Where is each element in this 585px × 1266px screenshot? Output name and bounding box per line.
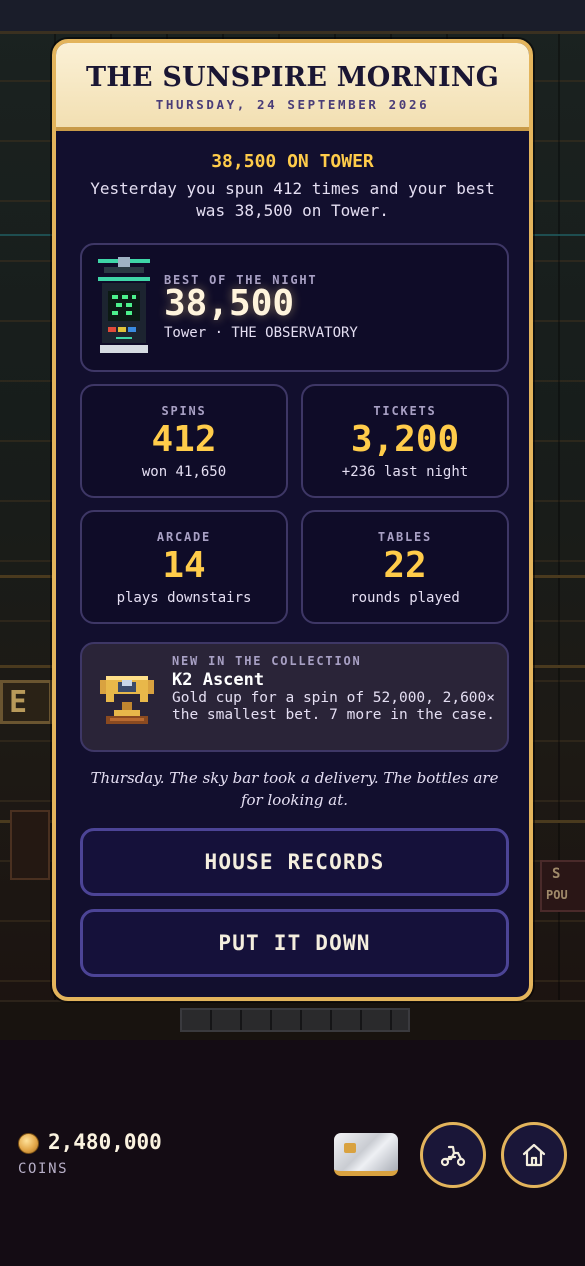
best-location: Tower · THE OBSERVATORY [164, 325, 358, 341]
stat-label: SPINS [161, 404, 207, 418]
stat-value: 14 [162, 545, 206, 586]
background-shelf [10, 810, 50, 880]
collection-item-name: K2 Ascent [172, 670, 265, 690]
stat-value: 412 [151, 419, 217, 460]
collection-card: NEW IN THE COLLECTION K2 Ascent Gold cup… [80, 642, 509, 752]
stat-card-tables: TABLES 22 rounds played [301, 510, 509, 624]
house-records-button[interactable]: HOUSE RECORDS [80, 828, 509, 896]
background-bench [180, 1008, 410, 1032]
bottom-hud: 2,480,000 COINS [0, 1040, 585, 1266]
headline: 38,500 ON TOWER [211, 151, 374, 172]
paper-date: THURSDAY, 24 SEPTEMBER 2026 [155, 97, 430, 112]
coin-label: COINS [18, 1161, 69, 1177]
stat-value: 3,200 [350, 419, 460, 460]
coin-balance: 2,480,000 [48, 1130, 162, 1154]
background-sign-right: S POU [540, 860, 585, 912]
scooter-icon [440, 1145, 466, 1167]
stat-card-tickets: TICKETS 3,200 +236 last night [301, 384, 509, 498]
stat-sub: won 41,650 [141, 464, 227, 480]
scooter-button[interactable] [420, 1122, 486, 1188]
stat-card-arcade: ARCADE 14 plays downstairs [80, 510, 288, 624]
lede: Yesterday you spun 412 times and your be… [90, 179, 495, 220]
paper-title: THE SUNSPIRE MORNING [85, 62, 500, 93]
put-it-down-button[interactable]: PUT IT DOWN [80, 909, 509, 977]
masthead: THE SUNSPIRE MORNING THURSDAY, 24 SEPTEM… [56, 43, 529, 131]
collection-label: NEW IN THE COLLECTION [172, 654, 362, 668]
stat-label: TABLES [377, 530, 433, 544]
stat-sub: +236 last night [341, 464, 469, 480]
background-sign-left: E [0, 680, 52, 724]
coin-icon [18, 1133, 39, 1154]
trophy-icon [100, 676, 154, 724]
collection-item-description: Gold cup for a spin of 52,000, 2,600× th… [172, 690, 496, 723]
stat-value: 22 [383, 545, 427, 586]
stat-label: ARCADE [156, 530, 212, 544]
morning-paper-dialog: THE SUNSPIRE MORNING THURSDAY, 24 SEPTEM… [52, 39, 533, 1001]
best-of-night-card: BEST OF THE NIGHT 38,500 Tower · THE OBS… [80, 243, 509, 372]
daily-quip: Thursday. The sky bar took a delivery. T… [90, 769, 499, 809]
best-score: 38,500 [164, 283, 295, 324]
stat-sub: plays downstairs [116, 590, 252, 606]
stat-card-spins: SPINS 412 won 41,650 [80, 384, 288, 498]
home-icon [522, 1143, 546, 1167]
stat-label: TICKETS [373, 404, 437, 418]
home-button[interactable] [501, 1122, 567, 1188]
credit-card-icon[interactable] [334, 1133, 398, 1176]
stat-sub: rounds played [350, 590, 460, 606]
slot-machine-icon [98, 257, 150, 353]
